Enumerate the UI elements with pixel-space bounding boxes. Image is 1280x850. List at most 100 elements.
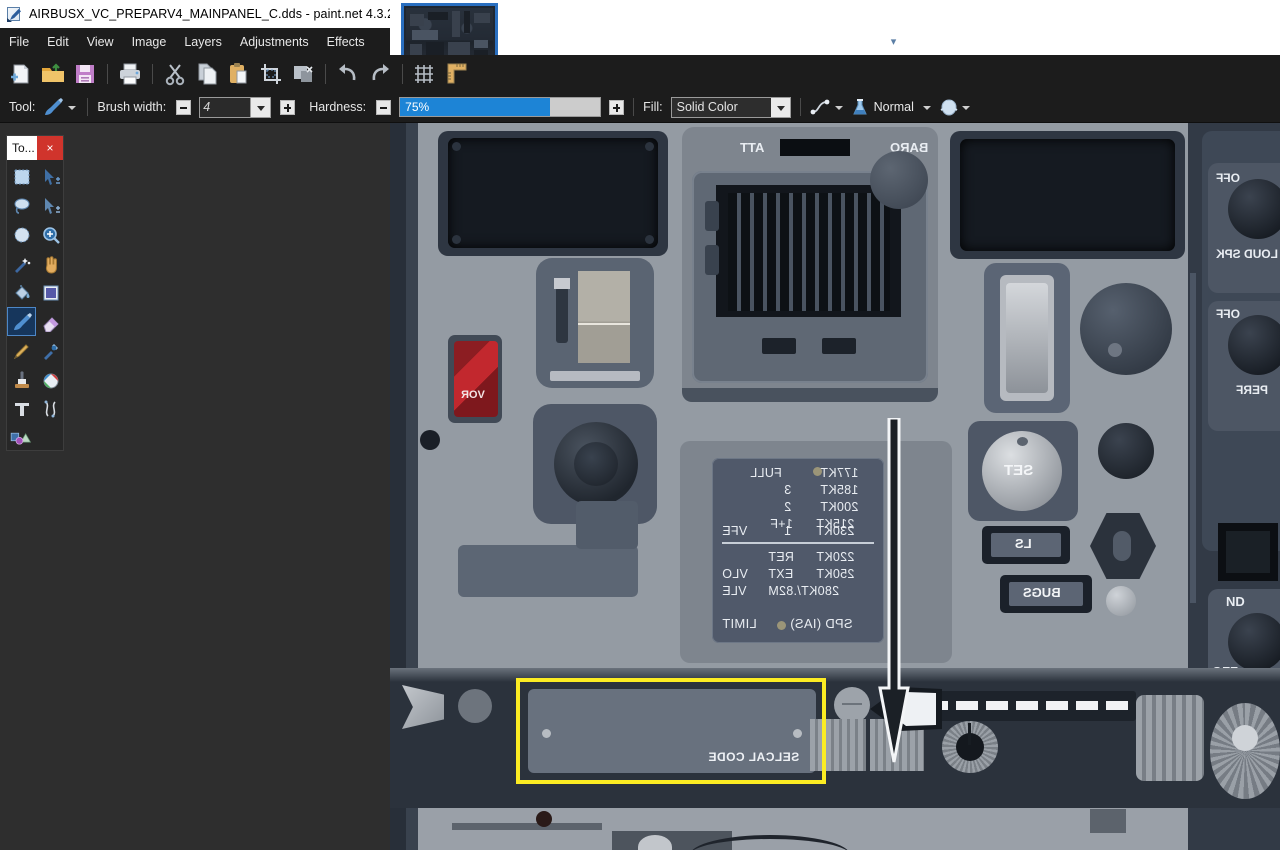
gradient-tool[interactable]: [36, 278, 65, 307]
copy-icon[interactable]: [192, 60, 222, 88]
down-arrow-decal: [878, 416, 910, 763]
placard-row-2-value: 200KT: [820, 500, 858, 514]
placard-row-ext-value: 250KT: [816, 567, 854, 581]
pencil-tool[interactable]: [7, 336, 36, 365]
menu-image[interactable]: Image: [123, 31, 176, 53]
new-image-icon[interactable]: [6, 60, 36, 88]
paintnet-icon: [6, 6, 22, 22]
print-icon[interactable]: [115, 60, 145, 88]
rulers-icon[interactable]: [442, 60, 472, 88]
placard-row-full-group: FULL: [750, 466, 782, 480]
rectangle-select-tool[interactable]: [7, 162, 36, 191]
lower-left-block: [458, 545, 638, 597]
paste-icon[interactable]: [224, 60, 254, 88]
ellipse-select-tool[interactable]: [7, 220, 36, 249]
open-image-icon[interactable]: [38, 60, 68, 88]
text-tool[interactable]: [7, 394, 36, 423]
paintbrush-tool[interactable]: [7, 307, 36, 336]
menu-view[interactable]: View: [78, 31, 123, 53]
pan-tool[interactable]: [36, 249, 65, 278]
image-canvas[interactable]: ATT BARO VOR FULL 177KT 3 185KT 2 200KT …: [390, 123, 1280, 850]
placard-vlo-label: VLO: [722, 567, 748, 581]
menu-effects[interactable]: Effects: [318, 31, 374, 53]
placard-title-limit: LIMIT: [722, 616, 757, 631]
selection-rectangle[interactable]: [516, 678, 826, 784]
deselect-all-icon[interactable]: [288, 60, 318, 88]
redo-icon[interactable]: [365, 60, 395, 88]
right-ribbed-knob-2: [1210, 703, 1280, 799]
magic-wand-tool[interactable]: [7, 249, 36, 278]
fill-dropdown-arrow[interactable]: [770, 96, 791, 118]
placard-row-ret-group: RET: [768, 550, 794, 564]
undo-icon[interactable]: [333, 60, 363, 88]
perf-off-text: OFF: [1216, 307, 1240, 321]
window-title: AIRBUSX_VC_PREPARV4_MAINPANEL_C.dds - pa…: [29, 7, 395, 21]
toolbar-separator: [402, 63, 403, 84]
lasso-select-tool[interactable]: [7, 191, 36, 220]
placard-full-label: FULL: [750, 466, 782, 480]
brush-width-input[interactable]: 4: [199, 96, 252, 118]
crop-to-selection-icon[interactable]: [256, 60, 286, 88]
close-icon[interactable]: ×: [37, 136, 63, 160]
blend-flask-icon[interactable]: [851, 98, 869, 117]
hardness-increase-button[interactable]: [609, 99, 625, 115]
hardness-decrease-button[interactable]: [376, 99, 392, 115]
right-column-divider: [1190, 273, 1196, 603]
tools-window-titlebar[interactable]: To... ×: [7, 136, 63, 160]
toolbar-separator: [107, 63, 108, 84]
image-thumbnail-strip: ▾: [390, 0, 1280, 80]
ls-button-label: LS: [1015, 535, 1032, 553]
antialiasing-icon[interactable]: [810, 98, 832, 116]
left-selector-divider: [578, 323, 630, 325]
tool-dropdown-arrow[interactable]: [65, 98, 78, 116]
bottom-slot: [452, 823, 602, 830]
small-stud-right: [1108, 343, 1122, 357]
loudspk-label: LOUD SPK: [1216, 245, 1278, 263]
pixel-grid-icon[interactable]: [410, 60, 440, 88]
brush-width-label: Brush width:: [97, 100, 167, 114]
display-screen-left: [448, 138, 658, 248]
hardness-slider[interactable]: 75%: [399, 97, 602, 117]
clone-stamp-tool[interactable]: [7, 365, 36, 394]
eraser-tool[interactable]: [36, 307, 65, 336]
placard-limit-text: LIMIT: [722, 616, 757, 631]
left-selector-lever: [556, 287, 568, 343]
move-selected-tool[interactable]: [36, 162, 65, 191]
fill-label: Fill:: [643, 100, 663, 114]
brush-width-increase-button[interactable]: [280, 99, 296, 115]
brush-width-dropdown-arrow[interactable]: [251, 96, 272, 118]
menu-layers[interactable]: Layers: [175, 31, 231, 53]
placard-vle-value: 280KT/.82M: [768, 584, 840, 598]
display-screen-right: [960, 139, 1175, 251]
color-picker-tool[interactable]: [36, 336, 65, 365]
save-icon[interactable]: [70, 60, 100, 88]
shapes-tool[interactable]: [7, 423, 36, 452]
thumbnail-overflow-caret[interactable]: ▾: [887, 37, 900, 48]
zoom-tool[interactable]: [36, 220, 65, 249]
fill-select[interactable]: Solid Color: [670, 96, 771, 118]
blend-mode-dropdown-arrow[interactable]: [920, 98, 933, 116]
vor-guard-label: VOR: [461, 385, 485, 403]
left-selector-lever-cap: [554, 278, 570, 289]
recolor-tool[interactable]: [36, 365, 65, 394]
paintbrush-icon[interactable]: [43, 97, 65, 117]
loudspk-text: LOUD SPK: [1216, 247, 1279, 261]
brush-width-decrease-button[interactable]: [176, 99, 192, 115]
line-curve-tool[interactable]: [36, 394, 65, 423]
palette-dropdown-arrow[interactable]: [959, 98, 972, 116]
panel-stud-left: [420, 430, 440, 450]
toolbar-separator: [325, 63, 326, 84]
palette-blob-icon[interactable]: [939, 98, 959, 117]
paint-bucket-tool[interactable]: [7, 278, 36, 307]
hardness-label: Hardness:: [309, 100, 367, 114]
menu-adjustments[interactable]: Adjustments: [231, 31, 318, 53]
tools-window-title: To...: [12, 141, 35, 155]
antialiasing-dropdown-arrow[interactable]: [832, 98, 845, 116]
cut-icon[interactable]: [160, 60, 190, 88]
move-selection-tool[interactable]: [36, 191, 65, 220]
menu-file[interactable]: File: [0, 31, 38, 53]
menu-edit[interactable]: Edit: [38, 31, 78, 53]
bugs-button-label: BUGS: [1023, 584, 1061, 602]
set-knob-label: SET: [1004, 462, 1033, 480]
placard-divider: [722, 542, 874, 544]
